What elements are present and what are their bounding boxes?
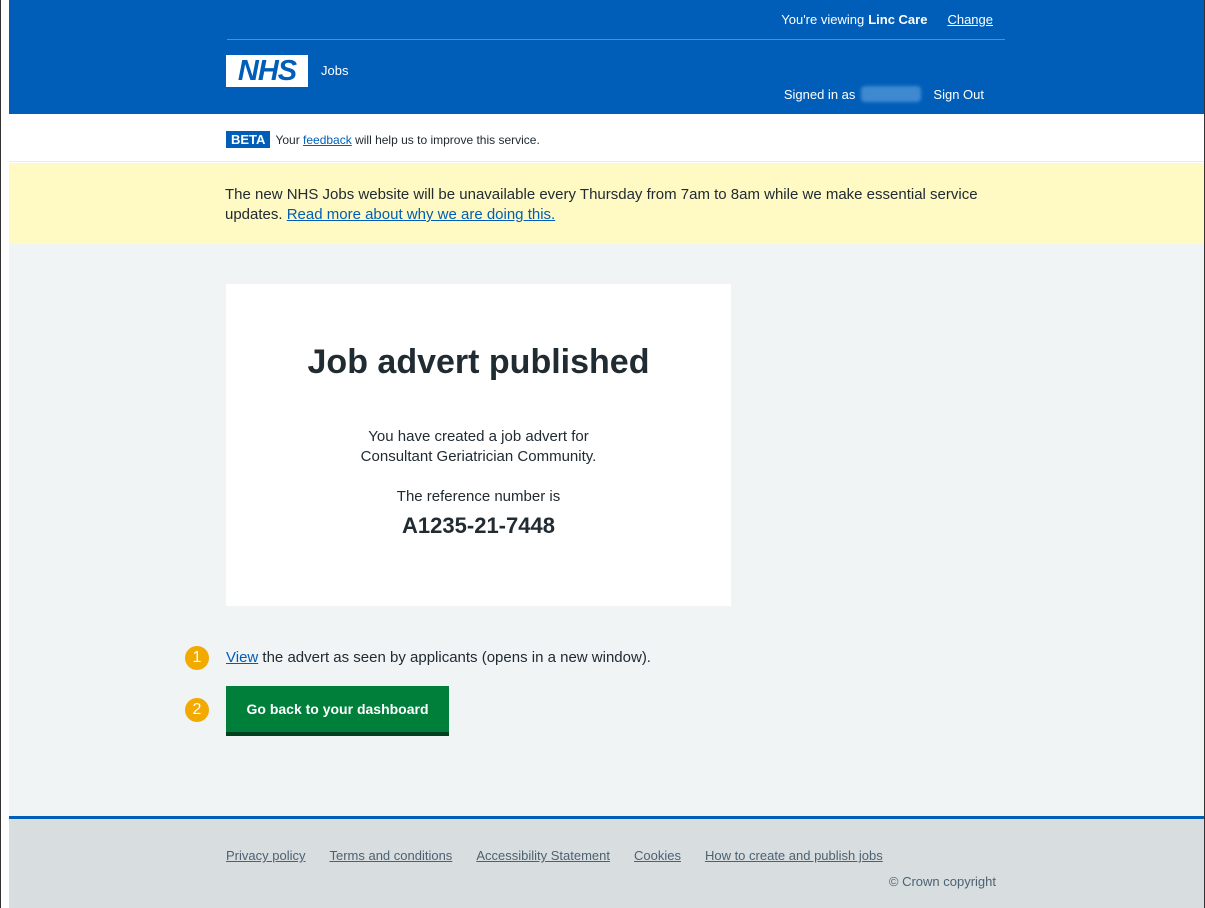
footer-link-cookies[interactable]: Cookies: [634, 848, 681, 863]
change-organisation-link[interactable]: Change: [947, 12, 993, 27]
page-frame: You're viewing Linc Care Change NHS Jobs…: [0, 0, 1205, 908]
reference-number: A1235-21-7448: [402, 513, 555, 538]
nhs-logo-text: NHS: [237, 54, 297, 87]
site-header: You're viewing Linc Care Change NHS Jobs…: [9, 0, 1204, 114]
beta-text-after: will help us to improve this service.: [355, 132, 540, 147]
view-advert-link[interactable]: View: [226, 649, 258, 666]
footer-link-how-to-create-jobs[interactable]: How to create and publish jobs: [705, 848, 883, 863]
notice-paragraph: The new NHS Jobs website will be unavail…: [225, 185, 985, 225]
redacted-username: [861, 86, 922, 102]
beta-banner-content: BETA Your feedback will help us to impro…: [226, 131, 540, 148]
organisation-name: Linc Care: [868, 12, 928, 27]
nhs-logo[interactable]: NHS: [226, 55, 308, 87]
sign-out-link[interactable]: Sign Out: [933, 87, 984, 102]
step-1-badge: 1: [185, 646, 209, 670]
account-bar: Signed in as Sign Out: [784, 86, 984, 102]
view-advert-text: the advert as seen by applicants (opens …: [262, 649, 651, 666]
description-line-2: Consultant Geriatrician Community.: [360, 448, 597, 465]
step-2-badge: 2: [185, 698, 209, 722]
go-back-to-dashboard-button[interactable]: Go back to your dashboard: [226, 686, 449, 732]
notice-read-more-link[interactable]: Read more about why we are doing this.: [287, 206, 555, 223]
site-footer: Privacy policy Terms and conditions Acce…: [9, 816, 1204, 908]
maintenance-notice: The new NHS Jobs website will be unavail…: [9, 163, 1204, 244]
footer-link-accessibility-statement[interactable]: Accessibility Statement: [476, 848, 610, 863]
beta-text-before: Your: [275, 132, 300, 147]
main-content: Job advert published You have created a …: [9, 244, 1204, 816]
description-line-1: You have created a job advert for: [368, 428, 589, 445]
view-advert-line: View the advert as seen by applicants (o…: [226, 648, 651, 668]
footer-links: Privacy policy Terms and conditions Acce…: [226, 848, 907, 863]
service-name[interactable]: Jobs: [321, 63, 348, 78]
beta-banner: BETA Your feedback will help us to impro…: [9, 114, 1204, 162]
footer-link-privacy-policy[interactable]: Privacy policy: [226, 848, 305, 863]
confirmation-panel: Job advert published You have created a …: [226, 284, 731, 606]
confirmation-description: You have created a job advert for Consul…: [226, 427, 731, 467]
signed-in-label: Signed in as: [783, 86, 856, 102]
page-title: Job advert published: [307, 343, 650, 381]
copyright: © Crown copyright: [888, 874, 996, 889]
feedback-link[interactable]: feedback: [303, 133, 352, 147]
beta-tag: BETA: [226, 131, 271, 148]
reference-label: The reference number is: [396, 488, 561, 505]
viewing-prefix: You're viewing: [781, 12, 865, 27]
footer-link-terms-and-conditions[interactable]: Terms and conditions: [329, 848, 452, 863]
organisation-bar: You're viewing Linc Care Change: [227, 6, 1005, 40]
